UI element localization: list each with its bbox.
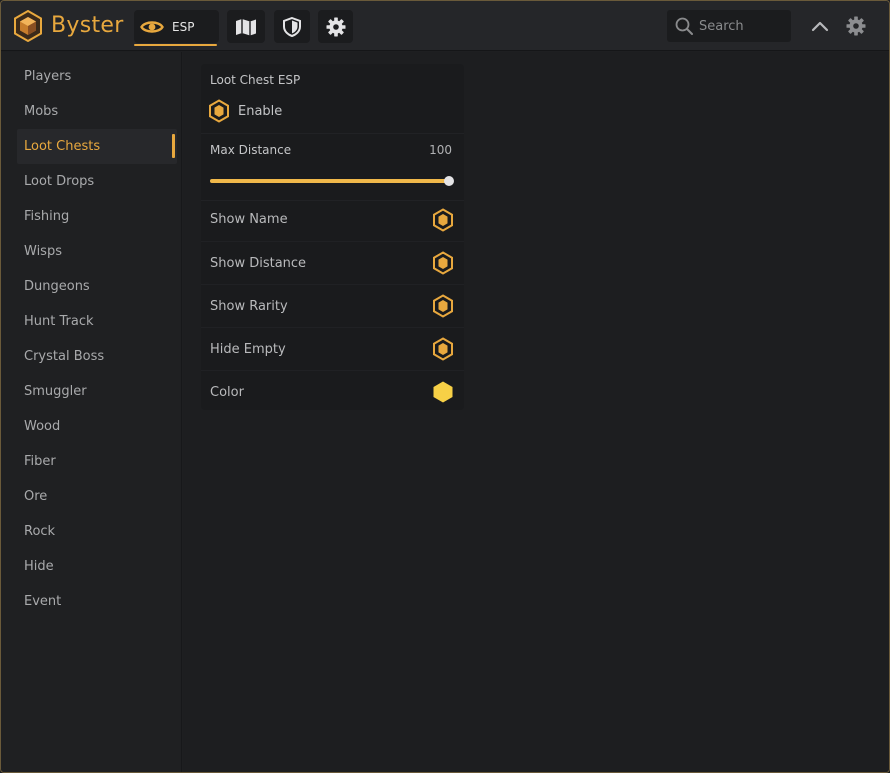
tab-esp-label: ESP bbox=[172, 19, 195, 34]
sidebar-item-label: Wisps bbox=[24, 244, 62, 259]
sidebar-item-label: Wood bbox=[24, 419, 61, 434]
byster-logo-icon bbox=[14, 10, 42, 42]
hex-toggle-icon[interactable] bbox=[432, 251, 454, 275]
map-icon bbox=[236, 18, 256, 35]
sidebar-item-loot-chests[interactable]: Loot Chests bbox=[17, 129, 177, 164]
sidebar-item-label: Fiber bbox=[24, 454, 56, 469]
settings-button[interactable] bbox=[844, 14, 868, 38]
sidebar-item-crystal-boss[interactable]: Crystal Boss bbox=[17, 339, 177, 374]
top-bar: Byster ESP bbox=[1, 1, 889, 51]
hex-toggle-icon[interactable] bbox=[432, 337, 454, 361]
sidebar-item-label: Fishing bbox=[24, 209, 70, 224]
chevron-up-icon bbox=[811, 21, 829, 32]
enable-toggle[interactable]: Enable bbox=[208, 98, 282, 124]
sidebar-item-players[interactable]: Players bbox=[17, 59, 177, 94]
sidebar-item-loot-drops[interactable]: Loot Drops bbox=[17, 164, 177, 199]
sidebar-item-label: Loot Chests bbox=[24, 139, 101, 154]
sidebar-item-wood[interactable]: Wood bbox=[17, 409, 177, 444]
sidebar-item-label: Rock bbox=[24, 524, 56, 539]
sidebar-item-label: Hunt Track bbox=[24, 314, 94, 329]
eye-icon bbox=[140, 20, 164, 33]
app-title: Byster bbox=[51, 13, 124, 38]
hex-toggle-icon[interactable] bbox=[432, 207, 454, 232]
color-swatch-icon[interactable] bbox=[432, 380, 454, 404]
loot-chest-esp-panel: Loot Chest ESP Enable Max Distance 100 S… bbox=[201, 64, 464, 410]
sidebar-item-label: Event bbox=[24, 594, 62, 609]
sidebar-item-label: Crystal Boss bbox=[24, 349, 105, 364]
sidebar-item-ore[interactable]: Ore bbox=[17, 479, 177, 514]
enable-label: Enable bbox=[238, 103, 283, 119]
sidebar-item-smuggler[interactable]: Smuggler bbox=[17, 374, 177, 409]
sidebar-item-label: Ore bbox=[24, 489, 48, 504]
option-label: Color bbox=[210, 384, 244, 400]
sidebar: Players Mobs Loot Chests Loot Drops Fish… bbox=[1, 52, 182, 772]
sidebar-item-label: Players bbox=[24, 69, 72, 84]
gear-icon bbox=[326, 17, 345, 36]
tab-map[interactable] bbox=[227, 10, 265, 43]
sidebar-item-label: Dungeons bbox=[24, 279, 90, 294]
tab-shield[interactable] bbox=[274, 10, 310, 43]
option-label: Show Name bbox=[210, 212, 288, 227]
sidebar-item-rock[interactable]: Rock bbox=[17, 514, 177, 549]
tab-esp[interactable]: ESP bbox=[134, 10, 219, 46]
sidebar-item-event[interactable]: Event bbox=[17, 584, 177, 619]
hide-empty-option[interactable]: Hide Empty bbox=[201, 327, 464, 370]
slider-thumb[interactable] bbox=[444, 176, 454, 186]
sidebar-item-hunt-track[interactable]: Hunt Track bbox=[17, 304, 177, 339]
collapse-button[interactable] bbox=[808, 14, 832, 38]
hex-toggle-icon bbox=[209, 99, 229, 123]
color-option[interactable]: Color bbox=[201, 370, 464, 413]
sidebar-item-fiber[interactable]: Fiber bbox=[17, 444, 177, 479]
show-distance-option[interactable]: Show Distance bbox=[201, 241, 464, 284]
slider-fill bbox=[210, 179, 450, 183]
max-distance-value: 100 bbox=[429, 143, 452, 157]
search-input[interactable] bbox=[699, 18, 783, 34]
app-logo: Byster bbox=[13, 10, 124, 42]
hex-toggle-icon[interactable] bbox=[432, 294, 454, 318]
panel-title: Loot Chest ESP bbox=[210, 73, 301, 87]
show-rarity-option[interactable]: Show Rarity bbox=[201, 284, 464, 327]
sidebar-item-hide[interactable]: Hide bbox=[17, 549, 177, 584]
tab-settings[interactable] bbox=[318, 10, 353, 43]
option-label: Hide Empty bbox=[210, 341, 286, 357]
show-name-option[interactable]: Show Name bbox=[201, 198, 464, 241]
sidebar-item-label: Mobs bbox=[24, 104, 59, 119]
option-label: Show Rarity bbox=[210, 298, 288, 314]
sidebar-item-mobs[interactable]: Mobs bbox=[17, 94, 177, 129]
gear-icon bbox=[846, 16, 866, 36]
search-icon bbox=[675, 17, 693, 35]
sidebar-item-label: Hide bbox=[24, 559, 54, 574]
max-distance-label: Max Distance bbox=[210, 143, 292, 157]
sidebar-item-fishing[interactable]: Fishing bbox=[17, 199, 177, 234]
main-content: Loot Chest ESP Enable Max Distance 100 S… bbox=[183, 52, 889, 772]
sidebar-item-label: Loot Drops bbox=[24, 174, 95, 189]
sidebar-item-dungeons[interactable]: Dungeons bbox=[17, 269, 177, 304]
option-label: Show Distance bbox=[210, 255, 307, 271]
max-distance-slider[interactable] bbox=[210, 174, 454, 188]
app-window: Byster ESP Search Players Mobs Loot Ches… bbox=[0, 0, 890, 773]
search-box[interactable] bbox=[667, 10, 791, 42]
sidebar-item-label: Smuggler bbox=[24, 384, 87, 399]
sidebar-item-wisps[interactable]: Wisps bbox=[17, 234, 177, 269]
shield-icon bbox=[283, 16, 301, 37]
divider bbox=[201, 133, 464, 134]
